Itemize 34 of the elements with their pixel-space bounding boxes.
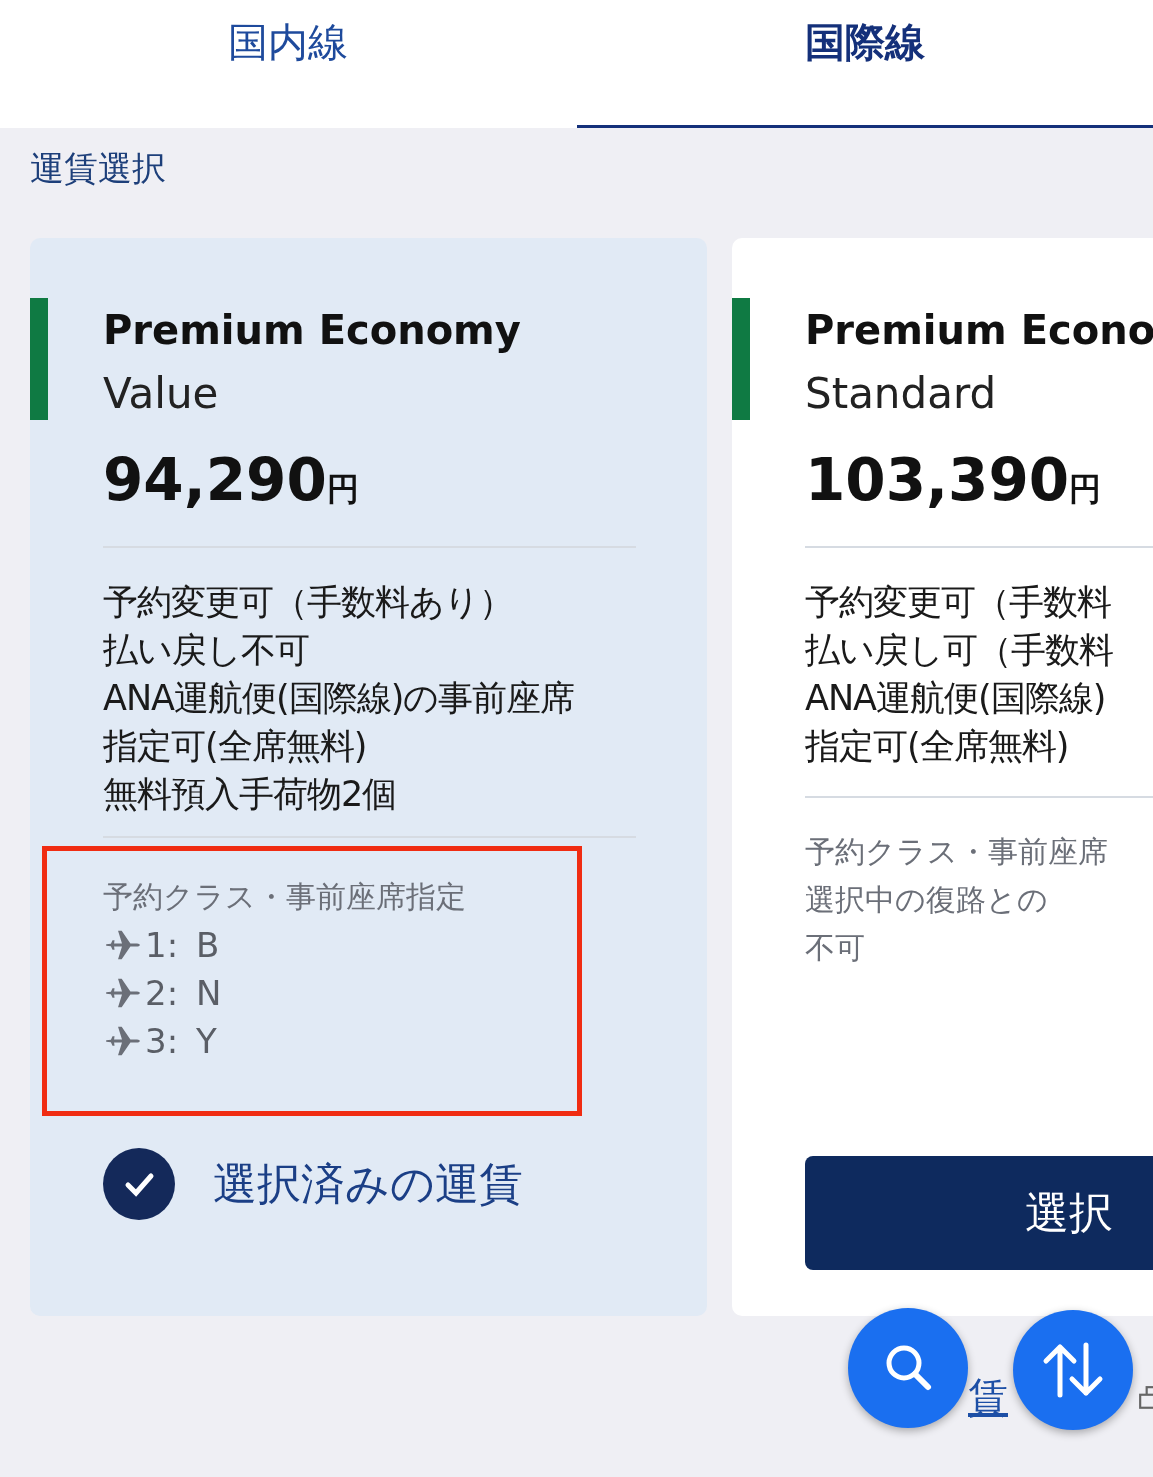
fare-condition: 払い戻し不可 [103,629,310,672]
fare-condition: 予約変更可（手数料 [805,581,1112,624]
fare-condition: ANA運航便(国際線) [805,677,1107,720]
booking-class: N [196,972,222,1015]
selected-fare-label: 選択済みの運賃 [213,1156,523,1211]
sort-button[interactable] [1013,1310,1133,1430]
currency: 円 [326,470,359,508]
class-note: 選択中の復路との [805,881,1049,919]
fare-type: Standard [805,368,998,420]
booking-class: Y [196,1020,217,1063]
fare-price: 94,290 [103,446,327,514]
booking-class: B [196,924,220,967]
fare-condition: 指定可(全席無料) [805,725,1070,768]
section-title: 運賃選択 [29,147,167,190]
fare-condition: ANA運航便(国際線)の事前座席 [103,677,576,720]
currency: 円 [1069,470,1102,508]
fare-name: Premium Econo [805,306,1153,355]
fare-condition: 無料預入手荷物2個 [103,773,398,816]
fare-details-link[interactable]: 賃 [968,1370,1008,1425]
fare-condition: 払い戻し可（手数料 [805,629,1114,672]
segment-number: 2: [145,972,179,1015]
class-heading: 予約クラス・事前座席指定 [103,878,467,916]
segment-number: 3: [145,1020,179,1063]
fare-type: Value [103,368,220,420]
segment-number: 1: [145,924,179,967]
class-note: 不可 [805,929,866,967]
check-icon [103,1148,175,1220]
fare-name: Premium Economy [103,306,521,355]
fare-condition: 予約変更可（手数料あり） [103,581,514,624]
select-button[interactable]: 選択 [805,1156,1153,1270]
fare-price: 103,390 [805,446,1070,514]
fare-condition: 指定可(全席無料) [103,725,368,768]
search-button[interactable] [848,1308,968,1428]
class-heading: 予約クラス・事前座席 [805,833,1109,871]
